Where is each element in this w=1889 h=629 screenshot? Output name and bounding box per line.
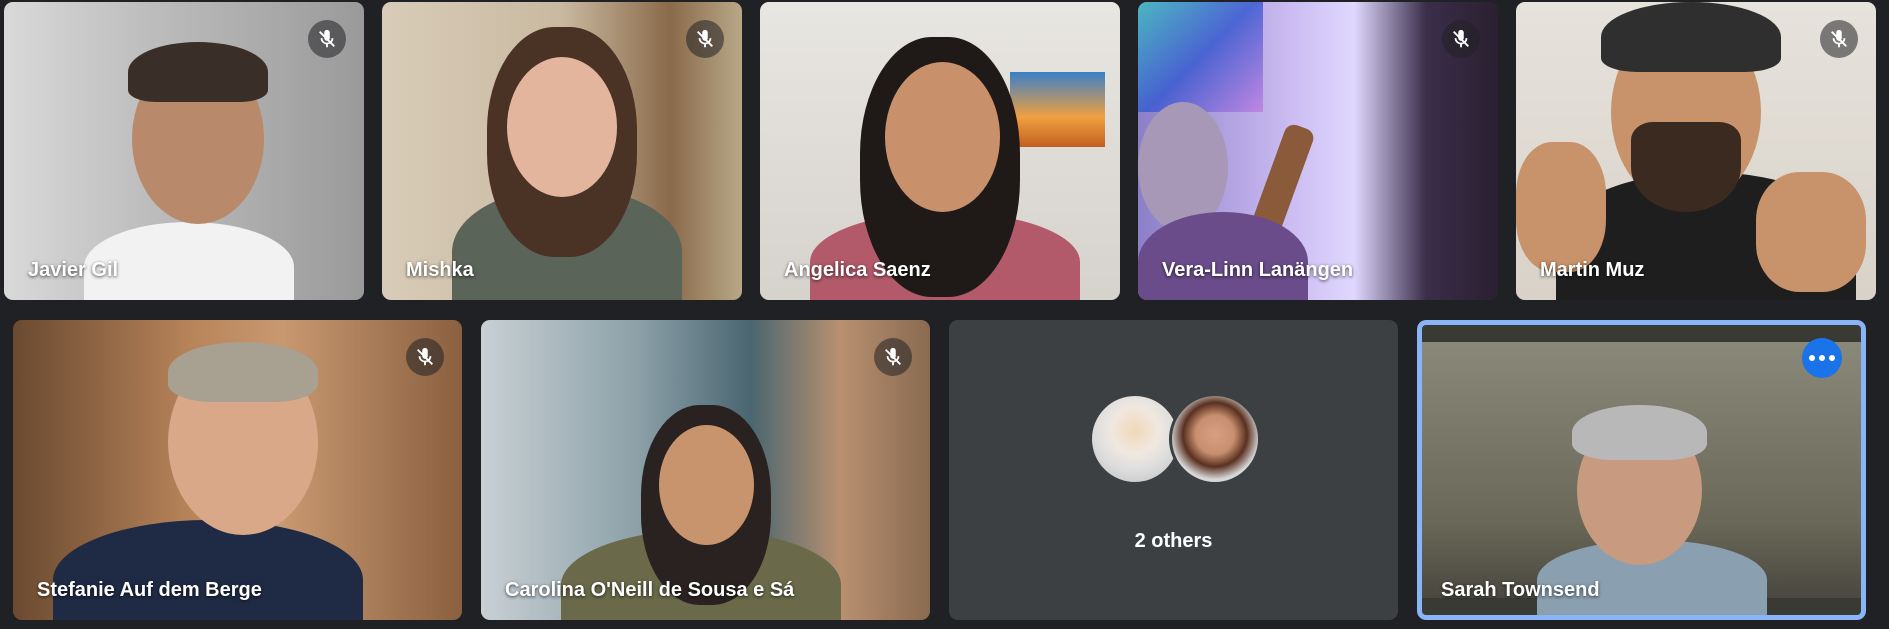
mic-off-icon bbox=[1442, 20, 1480, 58]
participant-tile-mishka[interactable]: Mishka bbox=[382, 2, 742, 300]
participant-tile-sarah[interactable]: Sarah Townsend bbox=[1417, 320, 1866, 620]
mic-off-icon bbox=[686, 20, 724, 58]
wall-map bbox=[1138, 2, 1263, 112]
mic-off-icon bbox=[1820, 20, 1858, 58]
video-feed bbox=[760, 2, 1120, 300]
participant-tile-javier[interactable]: Javier Gil bbox=[4, 2, 364, 300]
more-options-icon[interactable] bbox=[1802, 338, 1842, 378]
participant-tile-vera-linn[interactable]: Vera-Linn Lanängen bbox=[1138, 2, 1498, 300]
participant-name: Angelica Saenz bbox=[784, 259, 931, 281]
participant-name: Vera-Linn Lanängen bbox=[1162, 259, 1354, 281]
participant-tile-stefanie[interactable]: Stefanie Auf dem Berge bbox=[13, 320, 462, 620]
avatar bbox=[1089, 393, 1181, 485]
video-feed bbox=[13, 320, 462, 620]
avatar bbox=[1169, 393, 1261, 485]
wall-picture bbox=[1010, 72, 1105, 147]
participant-tile-carolina[interactable]: Carolina O'Neill de Sousa e Sá bbox=[481, 320, 930, 620]
others-count-label: 2 others bbox=[1134, 530, 1213, 552]
participant-name: Mishka bbox=[406, 259, 474, 281]
participant-name: Stefanie Auf dem Berge bbox=[37, 579, 262, 601]
participant-name: Carolina O'Neill de Sousa e Sá bbox=[505, 579, 795, 601]
participant-name: Sarah Townsend bbox=[1441, 579, 1600, 601]
video-feed bbox=[481, 320, 930, 620]
participant-tile-martin[interactable]: Martin Muz bbox=[1516, 2, 1876, 300]
participant-tile-angelica[interactable]: Angelica Saenz bbox=[760, 2, 1120, 300]
others-tile[interactable]: 2 others bbox=[949, 320, 1398, 620]
mic-off-icon bbox=[406, 338, 444, 376]
mic-off-icon bbox=[874, 338, 912, 376]
video-feed bbox=[1417, 320, 1866, 620]
mic-off-icon bbox=[308, 20, 346, 58]
participant-name: Javier Gil bbox=[28, 259, 119, 281]
participant-name: Martin Muz bbox=[1540, 259, 1645, 281]
